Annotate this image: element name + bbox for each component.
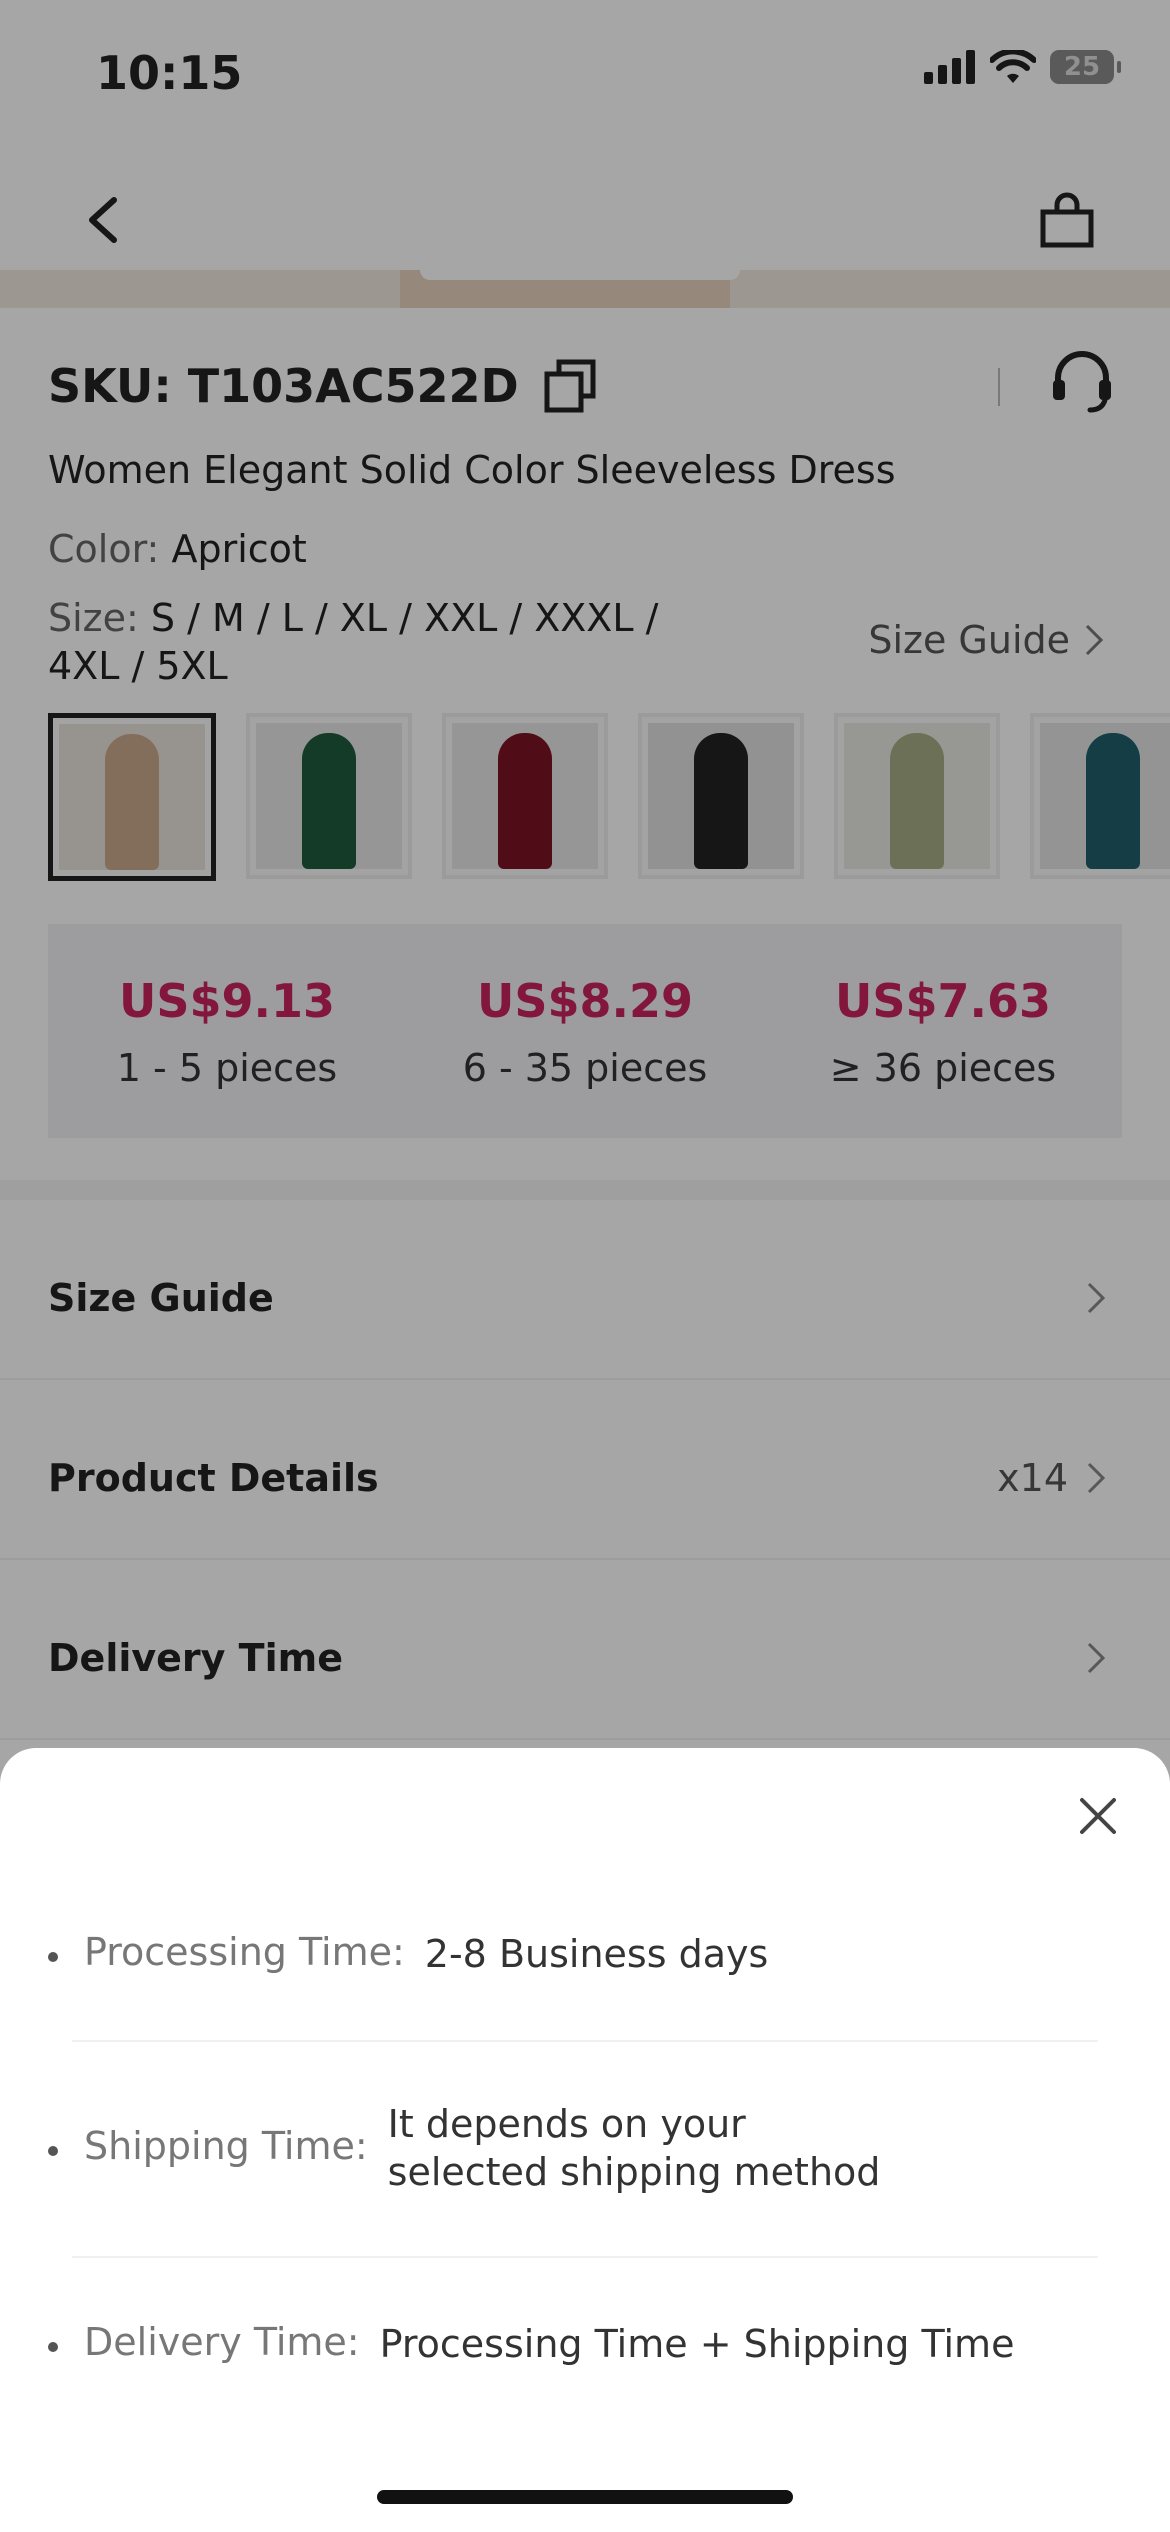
delivery-time-info-row: Delivery Time: Processing Time + Shippin…: [48, 2320, 1098, 2368]
delivery-time-info-value: Processing Time + Shipping Time: [379, 2322, 1015, 2366]
home-indicator: [377, 2490, 793, 2504]
bullet: [48, 2342, 58, 2352]
processing-time-value: 2-8 Business days: [424, 1932, 769, 1976]
close-icon[interactable]: [1078, 1796, 1118, 1836]
divider: [72, 2040, 1098, 2042]
delivery-time-sheet: Processing Time: 2-8 Business days Shipp…: [0, 1748, 1170, 2532]
shipping-time-value: It depends on your selected shipping met…: [387, 2102, 881, 2194]
bullet: [48, 2146, 58, 2156]
shipping-time-row: Shipping Time: It depends on your select…: [48, 2100, 1098, 2196]
bullet: [48, 1952, 58, 1962]
divider: [72, 2256, 1098, 2258]
shipping-time-label: Shipping Time:: [84, 2124, 368, 2168]
processing-time-row: Processing Time: 2-8 Business days: [48, 1930, 1098, 1978]
delivery-time-info-label: Delivery Time:: [84, 2320, 360, 2364]
processing-time-label: Processing Time:: [84, 1930, 405, 1974]
